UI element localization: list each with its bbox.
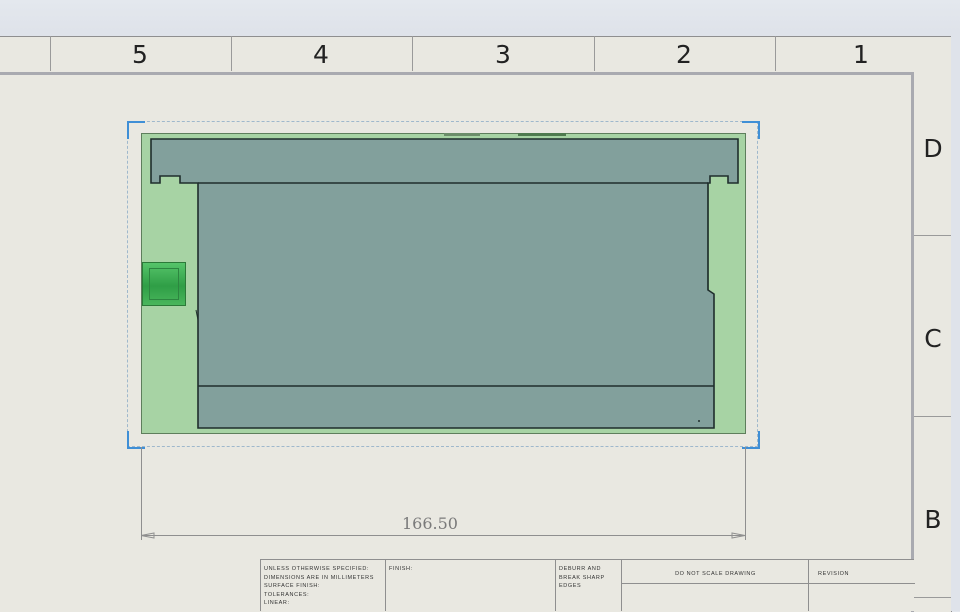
title-block: UNLESS OTHERWISE SPECIFIED: DIMENSIONS A…: [260, 559, 915, 611]
finish-cell: FINISH:: [386, 560, 556, 611]
deburr-label: DEBURR AND BREAK SHARP EDGES: [559, 566, 605, 589]
title-block-divider: [622, 583, 915, 584]
dimension-value[interactable]: 166.50: [380, 514, 480, 533]
general-notes-cell: UNLESS OTHERWISE SPECIFIED: DIMENSIONS A…: [261, 560, 386, 611]
finish-label: FINISH:: [389, 566, 413, 572]
revision-cell: REVISION: [809, 560, 915, 611]
usb-connector[interactable]: [142, 262, 186, 306]
general-notes-text: UNLESS OTHERWISE SPECIFIED: DIMENSIONS A…: [264, 566, 375, 606]
scale-note-cell: DO NOT SCALE DRAWING: [622, 560, 809, 611]
extension-line: [745, 447, 746, 540]
deburr-cell: DEBURR AND BREAK SHARP EDGES: [556, 560, 622, 611]
scale-note-text: DO NOT SCALE DRAWING: [675, 571, 756, 577]
extension-line: [141, 447, 142, 540]
revision-label: REVISION: [818, 571, 850, 577]
